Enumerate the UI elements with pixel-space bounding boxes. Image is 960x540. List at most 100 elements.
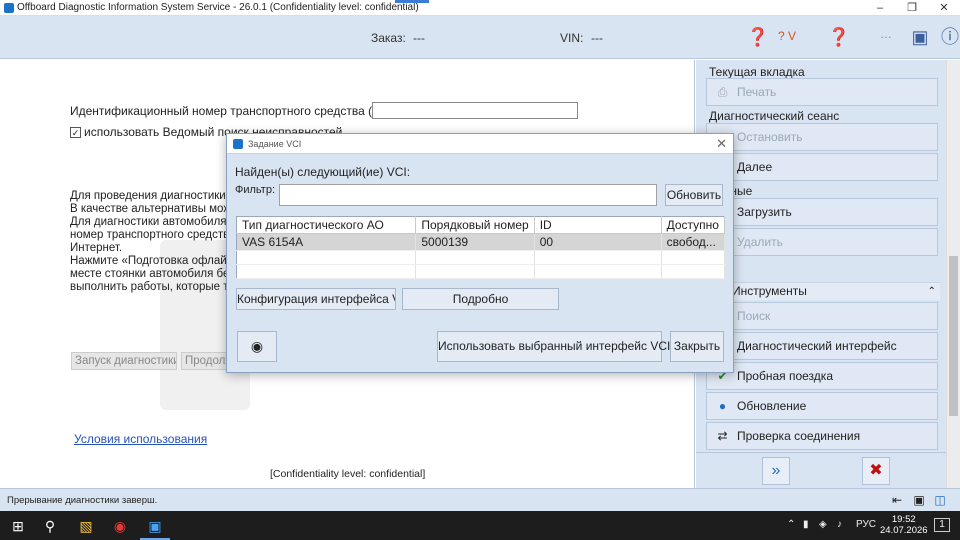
- info-line-8: выполнить работы, которые тр: [70, 281, 235, 293]
- table-row[interactable]: VAS 6154A 5000139 00 свобод...: [236, 233, 726, 251]
- collapse-icon[interactable]: ⌃: [928, 283, 936, 300]
- found-label: Найден(ы) следующий(ие) VCI:: [235, 165, 411, 179]
- stop-button[interactable]: ■ Остановить: [706, 123, 938, 151]
- refresh-button[interactable]: Обновить: [665, 184, 723, 206]
- search-icon[interactable]: ⚲: [38, 514, 62, 538]
- battery-icon[interactable]: ▮: [803, 519, 809, 530]
- print-button[interactable]: ⎙ Печать: [706, 78, 938, 106]
- tools-title: Инструменты: [732, 284, 807, 298]
- current-tab-title: Текущая вкладка: [709, 65, 805, 79]
- language-indicator[interactable]: РУС: [856, 519, 876, 530]
- start-diagnostics-button[interactable]: Запуск диагностики: [71, 352, 177, 370]
- load-button[interactable]: ⇧ Загрузить: [706, 198, 938, 226]
- wifi-icon[interactable]: ◈: [819, 519, 827, 530]
- help-version-icon[interactable]: ❓: [744, 23, 772, 51]
- tool-connection-label: Проверка соединения: [737, 429, 861, 443]
- scrollbar-thumb[interactable]: [949, 256, 958, 416]
- yandex-browser-icon[interactable]: ◉: [108, 514, 132, 538]
- confidentiality-label: [Confidentiality level: confidential]: [270, 468, 426, 480]
- cell-serial: 5000139: [415, 233, 535, 251]
- notification-icon[interactable]: 1: [934, 518, 950, 532]
- tool-search-button[interactable]: ⚲ Поиск: [706, 302, 938, 330]
- info-line-1: Для проведения диагностики у: [70, 190, 235, 202]
- tool-update-label: Обновление: [737, 399, 807, 413]
- load-button-label: Загрузить: [737, 205, 792, 219]
- cell-available: свобод...: [661, 233, 726, 251]
- tool-interface-label: Диагностический интерфейс: [737, 339, 897, 353]
- windows-start-icon[interactable]: ⊞: [6, 514, 30, 538]
- help-version-label[interactable]: ? V: [778, 29, 796, 43]
- app-header: Заказ: --- VIN: --- ❓ ? V ❓ … ▣ ⓘ: [0, 16, 960, 59]
- window-titlebar: Offboard Diagnostic Information System S…: [0, 0, 960, 16]
- table-header-row: Тип диагностического АО Порядковый номер…: [236, 216, 726, 234]
- tool-test-drive-button[interactable]: ✔ Пробная поездка: [706, 362, 938, 390]
- checkbox-checked-icon[interactable]: ✓: [70, 126, 81, 138]
- info-line-2: В качестве альтернативы мож: [70, 203, 232, 215]
- column-header-serial[interactable]: Порядковый номер: [415, 216, 535, 234]
- column-header-type[interactable]: Тип диагностического АО: [236, 216, 417, 234]
- details-button[interactable]: Подробно: [402, 288, 559, 310]
- connection-icon: ⇄: [717, 429, 728, 443]
- cell-type: VAS 6154A: [236, 233, 417, 251]
- info-line-6: Нажмите «Подготовка офлайн: [70, 255, 234, 267]
- close-dialog-button[interactable]: Закрыть: [670, 331, 724, 362]
- title-accent: [395, 0, 429, 3]
- screen-icon[interactable]: ▣: [911, 492, 927, 508]
- next-button[interactable]: ▶ Далее: [706, 153, 938, 181]
- app-icon: [4, 3, 14, 13]
- camera-icon: ◉: [250, 338, 264, 354]
- file-explorer-icon[interactable]: ▧: [74, 514, 98, 538]
- config-interface-button[interactable]: Конфигурация интерфейса VCI: [236, 288, 396, 310]
- tools-section-header[interactable]: Инструменты ⌃: [706, 282, 940, 300]
- cancel-icon[interactable]: ✖: [862, 457, 890, 485]
- more-icon[interactable]: …: [880, 27, 892, 41]
- volume-icon[interactable]: ♪: [837, 519, 842, 530]
- network-icon[interactable]: ▣: [906, 23, 934, 51]
- stop-button-label: Остановить: [737, 130, 803, 144]
- help-icon[interactable]: ❓: [825, 23, 853, 51]
- tool-search-label: Поиск: [737, 309, 771, 323]
- delete-button-label: Удалить: [737, 235, 783, 249]
- filter-label: Фильтр:: [235, 184, 276, 196]
- vin-value: ---: [591, 31, 603, 45]
- status-bar: Прерывание диагностики заверш. ⇤ ▣ ◫: [0, 488, 960, 511]
- vin-label: VIN:: [560, 31, 584, 45]
- session-title: Диагностический сеанс: [709, 109, 840, 123]
- taskbar: ⊞ ⚲ ▧ ◉ ▣ ⌃ ▮ ◈ ♪ РУС 19:52 24.07.2026 1: [0, 511, 960, 540]
- camera-button[interactable]: ◉: [237, 331, 277, 362]
- vin-input[interactable]: [372, 102, 578, 119]
- odis-app-icon[interactable]: ▣: [143, 514, 167, 538]
- forward-icon[interactable]: »: [762, 457, 790, 485]
- delete-button[interactable]: ✕ Удалить: [706, 228, 938, 256]
- use-selected-vci-button[interactable]: Использовать выбранный интерфейс VCI: [437, 331, 670, 362]
- print-button-label: Печать: [737, 85, 777, 99]
- minimize-icon[interactable]: –: [864, 0, 896, 16]
- tool-interface-button[interactable]: ☍ Диагностический интерфейс: [706, 332, 938, 360]
- info-line-4: номер транспортного средства: [70, 229, 236, 241]
- order-label: Заказ:: [371, 31, 406, 45]
- tool-connection-button[interactable]: ⇄ Проверка соединения: [706, 422, 938, 450]
- clock[interactable]: 19:52 24.07.2026: [880, 514, 928, 536]
- restore-icon[interactable]: ❐: [896, 0, 928, 16]
- column-header-id[interactable]: ID: [534, 216, 662, 234]
- sidebar-scrollbar[interactable]: [946, 60, 960, 488]
- column-header-available[interactable]: Доступно: [661, 216, 726, 234]
- dialog-close-icon[interactable]: ✕: [716, 136, 727, 152]
- exit-icon[interactable]: ⇤: [889, 492, 905, 508]
- vci-table: Тип диагностического АО Порядковый номер…: [236, 216, 726, 279]
- window-title: Offboard Diagnostic Information System S…: [17, 2, 419, 13]
- database-icon[interactable]: ◫: [932, 492, 948, 508]
- table-row-empty: [236, 264, 726, 279]
- cell-id: 00: [534, 233, 662, 251]
- tool-update-button[interactable]: ● Обновление: [706, 392, 938, 420]
- dialog-title: Задание VCI: [248, 139, 302, 149]
- tray-expand-icon[interactable]: ⌃: [787, 519, 795, 530]
- info-line-7: месте стоянки автомобиля без: [70, 268, 235, 280]
- clock-date: 24.07.2026: [880, 525, 928, 536]
- next-button-label: Далее: [737, 160, 773, 174]
- filter-input[interactable]: [279, 184, 657, 206]
- info-icon[interactable]: ⓘ: [936, 23, 960, 51]
- tool-test-drive-label: Пробная поездка: [737, 369, 833, 383]
- terms-link[interactable]: Условия использования: [74, 432, 207, 446]
- close-icon[interactable]: ✕: [928, 0, 960, 16]
